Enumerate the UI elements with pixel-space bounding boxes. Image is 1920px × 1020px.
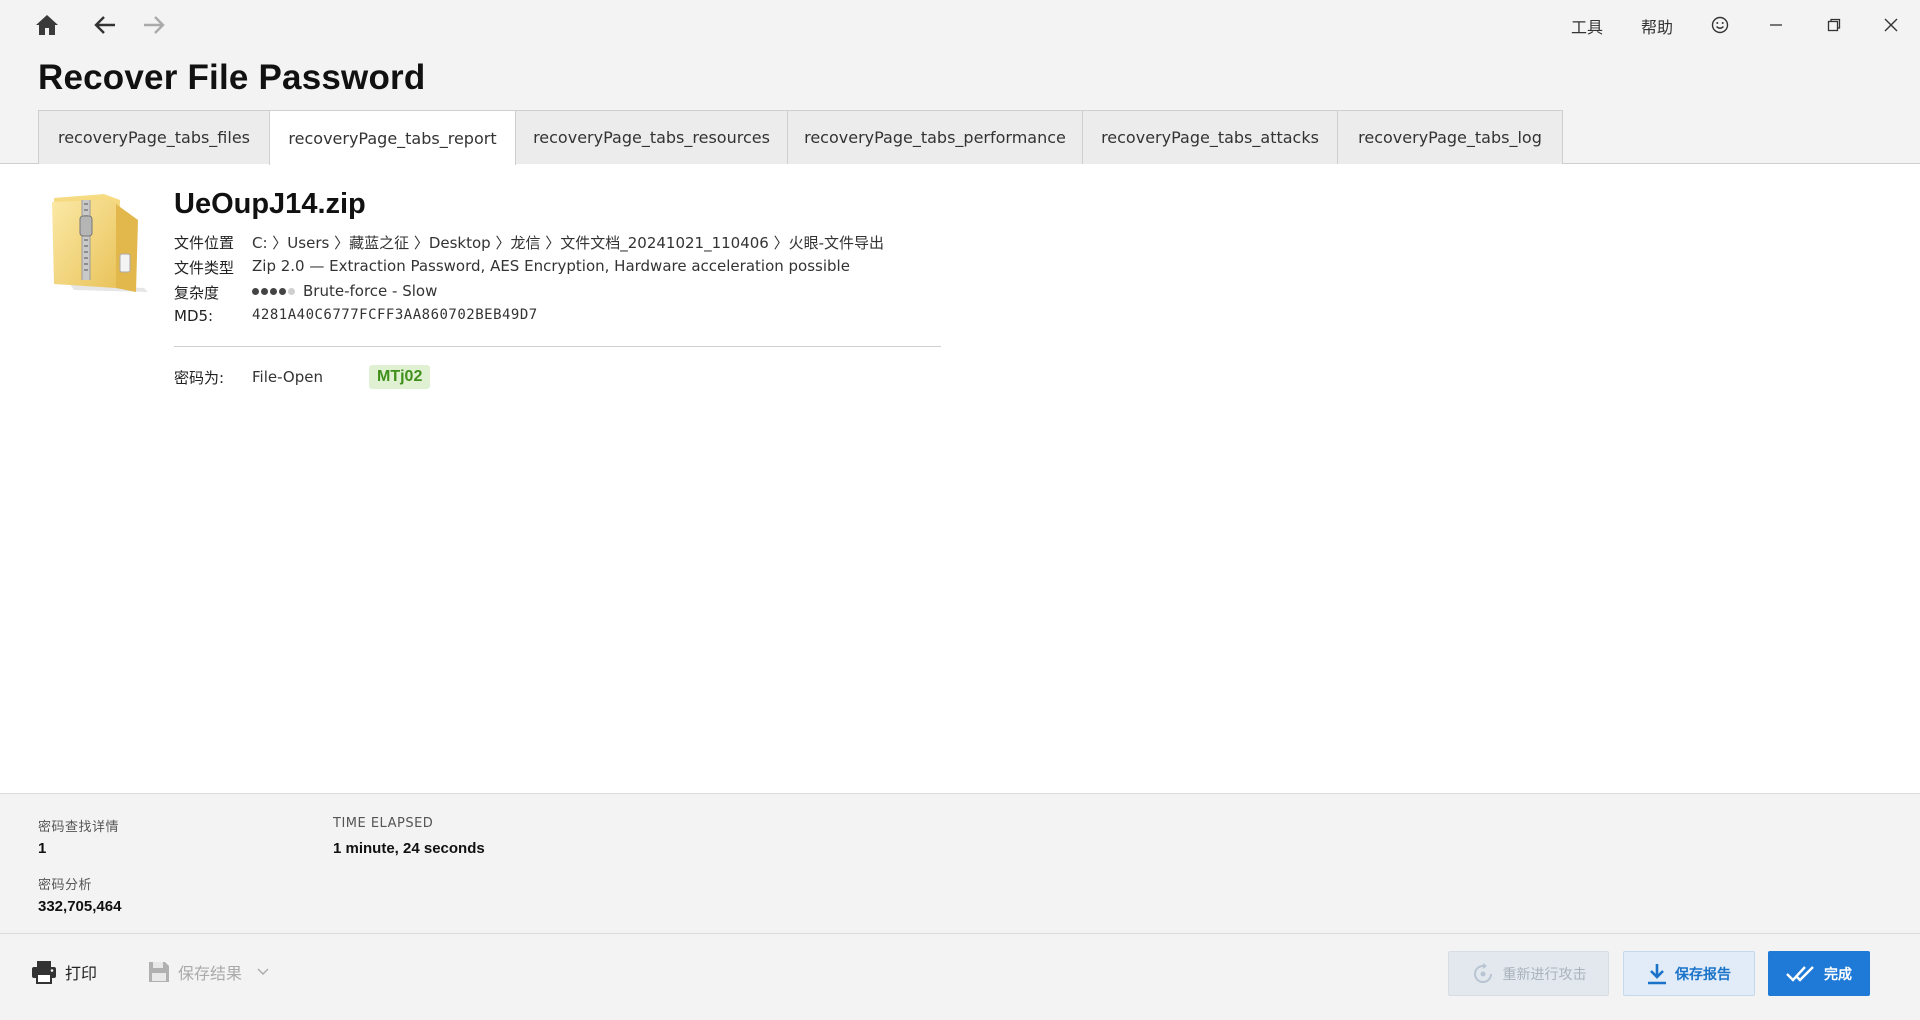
forward-button[interactable] [136, 8, 172, 42]
file-name: UeOupJ14.zip [174, 188, 366, 220]
file-location-label: 文件位置 [174, 234, 235, 252]
analyzed-label: 密码分析 [38, 878, 93, 893]
save-result-button[interactable]: 保存结果 [148, 960, 270, 984]
md5-value: 4281A40C6777FCFF3AA860702BEB49D7 [252, 307, 538, 323]
home-button[interactable] [29, 8, 65, 42]
file-type-label: 文件类型 [174, 259, 235, 277]
tab-files[interactable]: recoveryPage_tabs_files [38, 110, 270, 164]
page-title: Recover File Password [38, 58, 426, 97]
double-check-icon [1786, 965, 1814, 982]
print-button[interactable]: 打印 [31, 960, 97, 984]
footer-divider [0, 933, 1920, 934]
done-label: 完成 [1824, 966, 1852, 983]
analyzed-value: 332,705,464 [38, 898, 122, 915]
floppy-icon [149, 962, 169, 982]
complexity-label: 复杂度 [174, 284, 220, 302]
tab-bar: recoveryPage_tabs_files recoveryPage_tab… [38, 110, 1563, 165]
password-source: File-Open [252, 368, 323, 386]
complexity-dot [261, 288, 268, 295]
refresh-icon [1473, 962, 1492, 983]
close-button[interactable] [1871, 8, 1911, 42]
menu-help[interactable]: 帮助 [1641, 14, 1673, 38]
close-icon [1884, 18, 1898, 32]
feedback-button[interactable] [1700, 8, 1740, 42]
home-icon [36, 15, 58, 35]
title-bar: 工具 帮助 [0, 0, 1920, 50]
md5-row: MD5: 4281A40C6777FCFF3AA860702BEB49D7 [174, 307, 538, 325]
tab-attacks[interactable]: recoveryPage_tabs_attacks [1082, 110, 1338, 164]
back-button[interactable] [87, 8, 123, 42]
save-report-label: 保存报告 [1675, 966, 1731, 983]
file-location-row: 文件位置 C: 〉Users 〉藏蓝之征 〉Desktop 〉龙信 〉文件文档_… [174, 232, 884, 253]
section-divider [174, 346, 941, 347]
download-icon [1648, 963, 1666, 984]
password-row: 密码为: File-Open MTj02 [174, 365, 431, 389]
smiley-icon [1711, 16, 1729, 34]
file-type-value: Zip 2.0 — Extraction Password, AES Encry… [252, 257, 850, 275]
complexity-value: Brute-force - Slow [303, 282, 438, 300]
tab-report[interactable]: recoveryPage_tabs_report [269, 110, 516, 165]
minimize-icon [1770, 24, 1782, 26]
report-panel: UeOupJ14.zip 文件位置 C: 〉Users 〉藏蓝之征 〉Deskt… [0, 164, 1920, 793]
retry-attack-button[interactable]: 重新进行攻击 [1448, 951, 1609, 996]
menu-tools[interactable]: 工具 [1571, 14, 1603, 38]
tab-performance[interactable]: recoveryPage_tabs_performance [787, 110, 1083, 164]
complexity-dot [279, 288, 286, 295]
found-value: 1 [38, 840, 47, 857]
printer-icon [32, 961, 56, 984]
done-button[interactable]: 完成 [1768, 951, 1870, 996]
print-label: 打印 [65, 964, 98, 983]
elapsed-value: 1 minute, 24 seconds [333, 840, 485, 857]
save-report-button[interactable]: 保存报告 [1623, 951, 1755, 996]
complexity-dot [252, 288, 259, 295]
file-location-path[interactable]: C: 〉Users 〉藏蓝之征 〉Desktop 〉龙信 〉文件文档_20241… [252, 232, 884, 253]
complexity-dot [288, 288, 295, 295]
stats-divider [0, 793, 1920, 794]
restore-button[interactable] [1814, 8, 1854, 42]
arrow-right-icon [144, 16, 165, 34]
tab-resources[interactable]: recoveryPage_tabs_resources [515, 110, 788, 164]
chevron-down-icon [257, 968, 269, 975]
zip-folder-icon [48, 192, 152, 300]
minimize-button[interactable] [1756, 8, 1796, 42]
found-label: 密码查找详情 [38, 820, 120, 835]
retry-attack-label: 重新进行攻击 [1502, 966, 1587, 983]
arrow-left-icon [94, 16, 115, 34]
tab-log[interactable]: recoveryPage_tabs_log [1337, 110, 1563, 164]
password-value[interactable]: MTj02 [369, 365, 431, 389]
complexity-row: 复杂度 Brute-force - Slow [174, 282, 437, 303]
save-result-label: 保存结果 [178, 964, 243, 983]
file-type-row: 文件类型 Zip 2.0 — Extraction Password, AES … [174, 257, 850, 278]
password-label: 密码为: [174, 368, 225, 387]
complexity-dot [270, 288, 277, 295]
elapsed-label: TIME ELAPSED [333, 816, 434, 831]
complexity-rating [252, 288, 295, 295]
md5-label: MD5: [174, 307, 214, 325]
restore-icon [1827, 18, 1841, 32]
